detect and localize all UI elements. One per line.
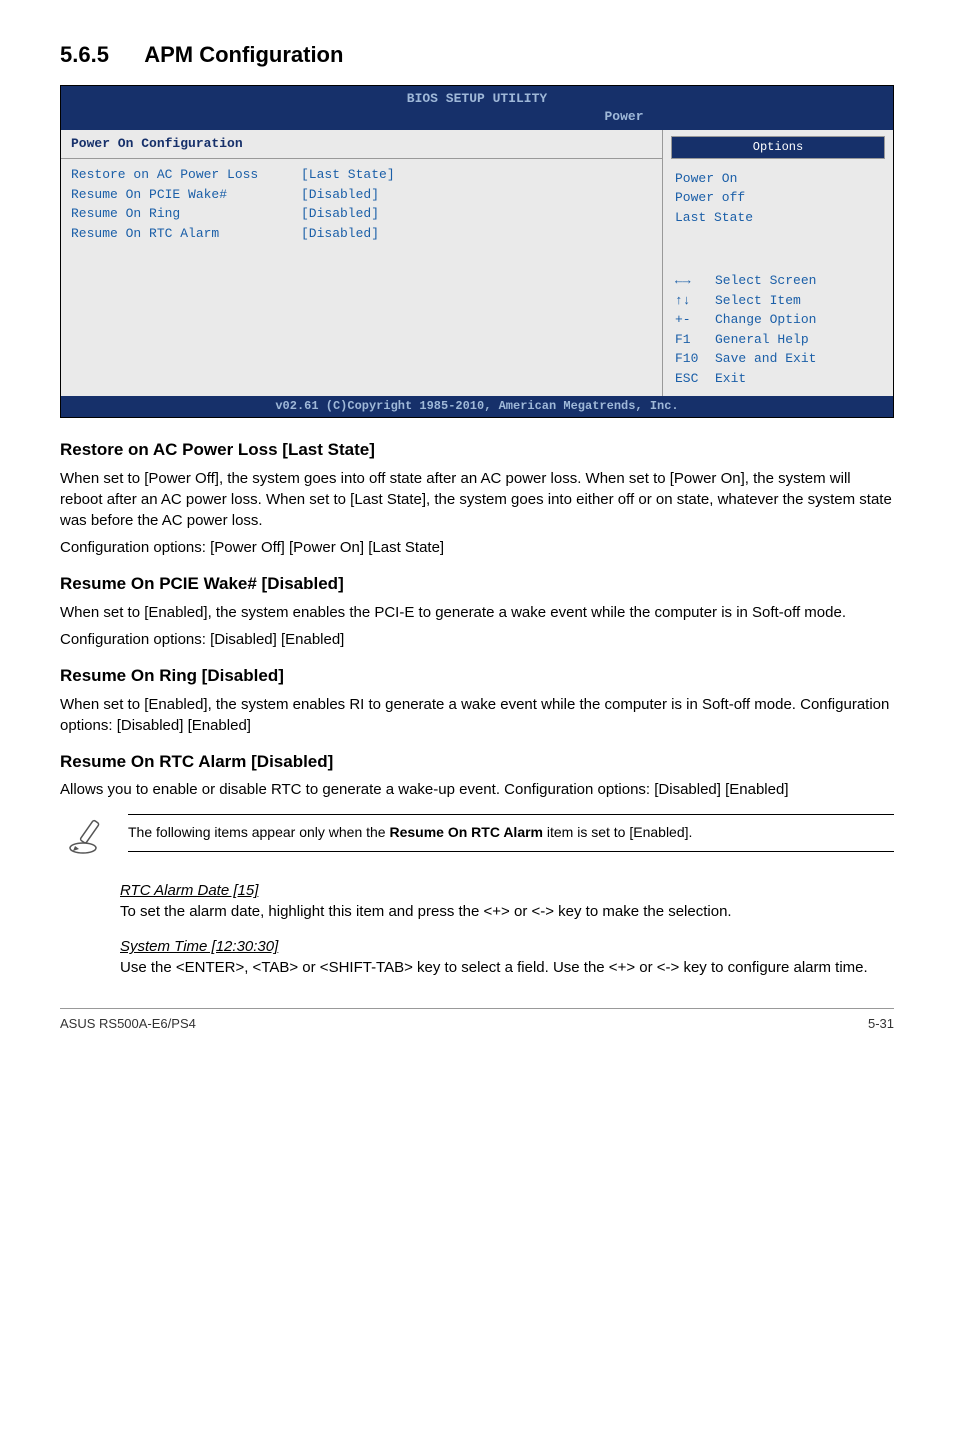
- bios-help-list: ←→Select Screen ↑↓Select Item +-Change O…: [663, 261, 893, 396]
- bios-row-value: [Disabled]: [301, 224, 379, 244]
- subheading-pcie-wake: Resume On PCIE Wake# [Disabled]: [60, 572, 894, 596]
- bios-right-pane: Options Power On Power off Last State ←→…: [663, 130, 893, 396]
- paragraph: To set the alarm date, highlight this it…: [120, 901, 894, 922]
- bios-settings-list: Restore on AC Power Loss [Last State] Re…: [61, 159, 662, 303]
- footer-right: 5-31: [868, 1015, 894, 1033]
- paragraph: When set to [Power Off], the system goes…: [60, 468, 894, 531]
- pencil-note-icon: [68, 814, 128, 862]
- bios-help-row: ←→Select Screen: [675, 271, 881, 291]
- note-text: The following items appear only when the…: [128, 814, 894, 852]
- bios-help-desc: General Help: [715, 330, 809, 350]
- bios-titlebar: BIOS SETUP UTILITY Power: [61, 86, 893, 130]
- bios-row-ring[interactable]: Resume On Ring [Disabled]: [71, 204, 652, 224]
- bios-help-desc: Change Option: [715, 310, 816, 330]
- section-number: 5.6.5: [60, 40, 109, 71]
- paragraph: Configuration options: [Power Off] [Powe…: [60, 537, 894, 558]
- bios-help-key: F1: [675, 330, 715, 350]
- bios-tab-power[interactable]: Power: [350, 108, 605, 126]
- bios-options-list: Power On Power off Last State: [663, 165, 893, 232]
- note-post: item is set to [Enabled].: [543, 824, 692, 840]
- bios-row-rtc-alarm[interactable]: Resume On RTC Alarm [Disabled]: [71, 224, 652, 244]
- bios-row-label: Resume On Ring: [71, 204, 301, 224]
- bios-title: BIOS SETUP UTILITY: [407, 91, 547, 106]
- bios-help-row: ESCExit: [675, 369, 881, 389]
- page-footer: ASUS RS500A-E6/PS4 5-31: [60, 1008, 894, 1033]
- subheading-ring: Resume On Ring [Disabled]: [60, 664, 894, 688]
- bios-option-power-on[interactable]: Power On: [675, 169, 881, 189]
- note-box: The following items appear only when the…: [60, 814, 894, 862]
- bios-left-header: Power On Configuration: [61, 130, 662, 159]
- system-time-title: System Time [12:30:30]: [120, 936, 894, 957]
- bios-option-power-off[interactable]: Power off: [675, 188, 881, 208]
- indented-block-system-time: System Time [12:30:30] Use the <ENTER>, …: [120, 936, 894, 978]
- bios-row-label: Restore on AC Power Loss: [71, 165, 301, 185]
- bios-help-row: F10Save and Exit: [675, 349, 881, 369]
- bios-row-pcie-wake[interactable]: Resume On PCIE Wake# [Disabled]: [71, 185, 652, 205]
- bios-help-desc: Select Screen: [715, 271, 816, 291]
- subheading-rtc-alarm: Resume On RTC Alarm [Disabled]: [60, 750, 894, 774]
- bios-help-row: ↑↓Select Item: [675, 291, 881, 311]
- bios-options-header: Options: [671, 136, 885, 159]
- bios-left-pane: Power On Configuration Restore on AC Pow…: [61, 130, 663, 396]
- bios-help-key: ↑↓: [675, 291, 715, 311]
- note-bold: Resume On RTC Alarm: [389, 824, 543, 840]
- section-title-text: APM Configuration: [144, 42, 343, 67]
- bios-footer: v02.61 (C)Copyright 1985-2010, American …: [61, 396, 893, 417]
- bios-row-label: Resume On PCIE Wake#: [71, 185, 301, 205]
- note-pre: The following items appear only when the: [128, 824, 389, 840]
- paragraph: When set to [Enabled], the system enable…: [60, 602, 894, 623]
- bios-row-value: [Disabled]: [301, 204, 379, 224]
- bios-help-key: +-: [675, 310, 715, 330]
- bios-help-key: ←→: [675, 271, 715, 291]
- paragraph: Configuration options: [Disabled] [Enabl…: [60, 629, 894, 650]
- bios-window: BIOS SETUP UTILITY Power Power On Config…: [60, 85, 894, 418]
- subheading-restore-ac: Restore on AC Power Loss [Last State]: [60, 438, 894, 462]
- bios-help-desc: Select Item: [715, 291, 801, 311]
- bios-help-desc: Save and Exit: [715, 349, 816, 369]
- bios-help-key: F10: [675, 349, 715, 369]
- paragraph: When set to [Enabled], the system enable…: [60, 694, 894, 736]
- bios-help-row: +-Change Option: [675, 310, 881, 330]
- bios-help-key: ESC: [675, 369, 715, 389]
- bios-body: Power On Configuration Restore on AC Pow…: [61, 130, 893, 396]
- bios-help-row: F1General Help: [675, 330, 881, 350]
- bios-help-desc: Exit: [715, 369, 746, 389]
- bios-row-label: Resume On RTC Alarm: [71, 224, 301, 244]
- footer-left: ASUS RS500A-E6/PS4: [60, 1015, 196, 1033]
- paragraph: Allows you to enable or disable RTC to g…: [60, 779, 894, 800]
- bios-option-last-state[interactable]: Last State: [675, 208, 881, 228]
- section-heading: 5.6.5 APM Configuration: [60, 40, 894, 71]
- paragraph: Use the <ENTER>, <TAB> or <SHIFT-TAB> ke…: [120, 957, 894, 978]
- rtc-alarm-date-title: RTC Alarm Date [15]: [120, 880, 894, 901]
- bios-row-value: [Last State]: [301, 165, 395, 185]
- bios-row-restore-ac[interactable]: Restore on AC Power Loss [Last State]: [71, 165, 652, 185]
- indented-block-rtc-date: RTC Alarm Date [15] To set the alarm dat…: [120, 880, 894, 922]
- bios-row-value: [Disabled]: [301, 185, 379, 205]
